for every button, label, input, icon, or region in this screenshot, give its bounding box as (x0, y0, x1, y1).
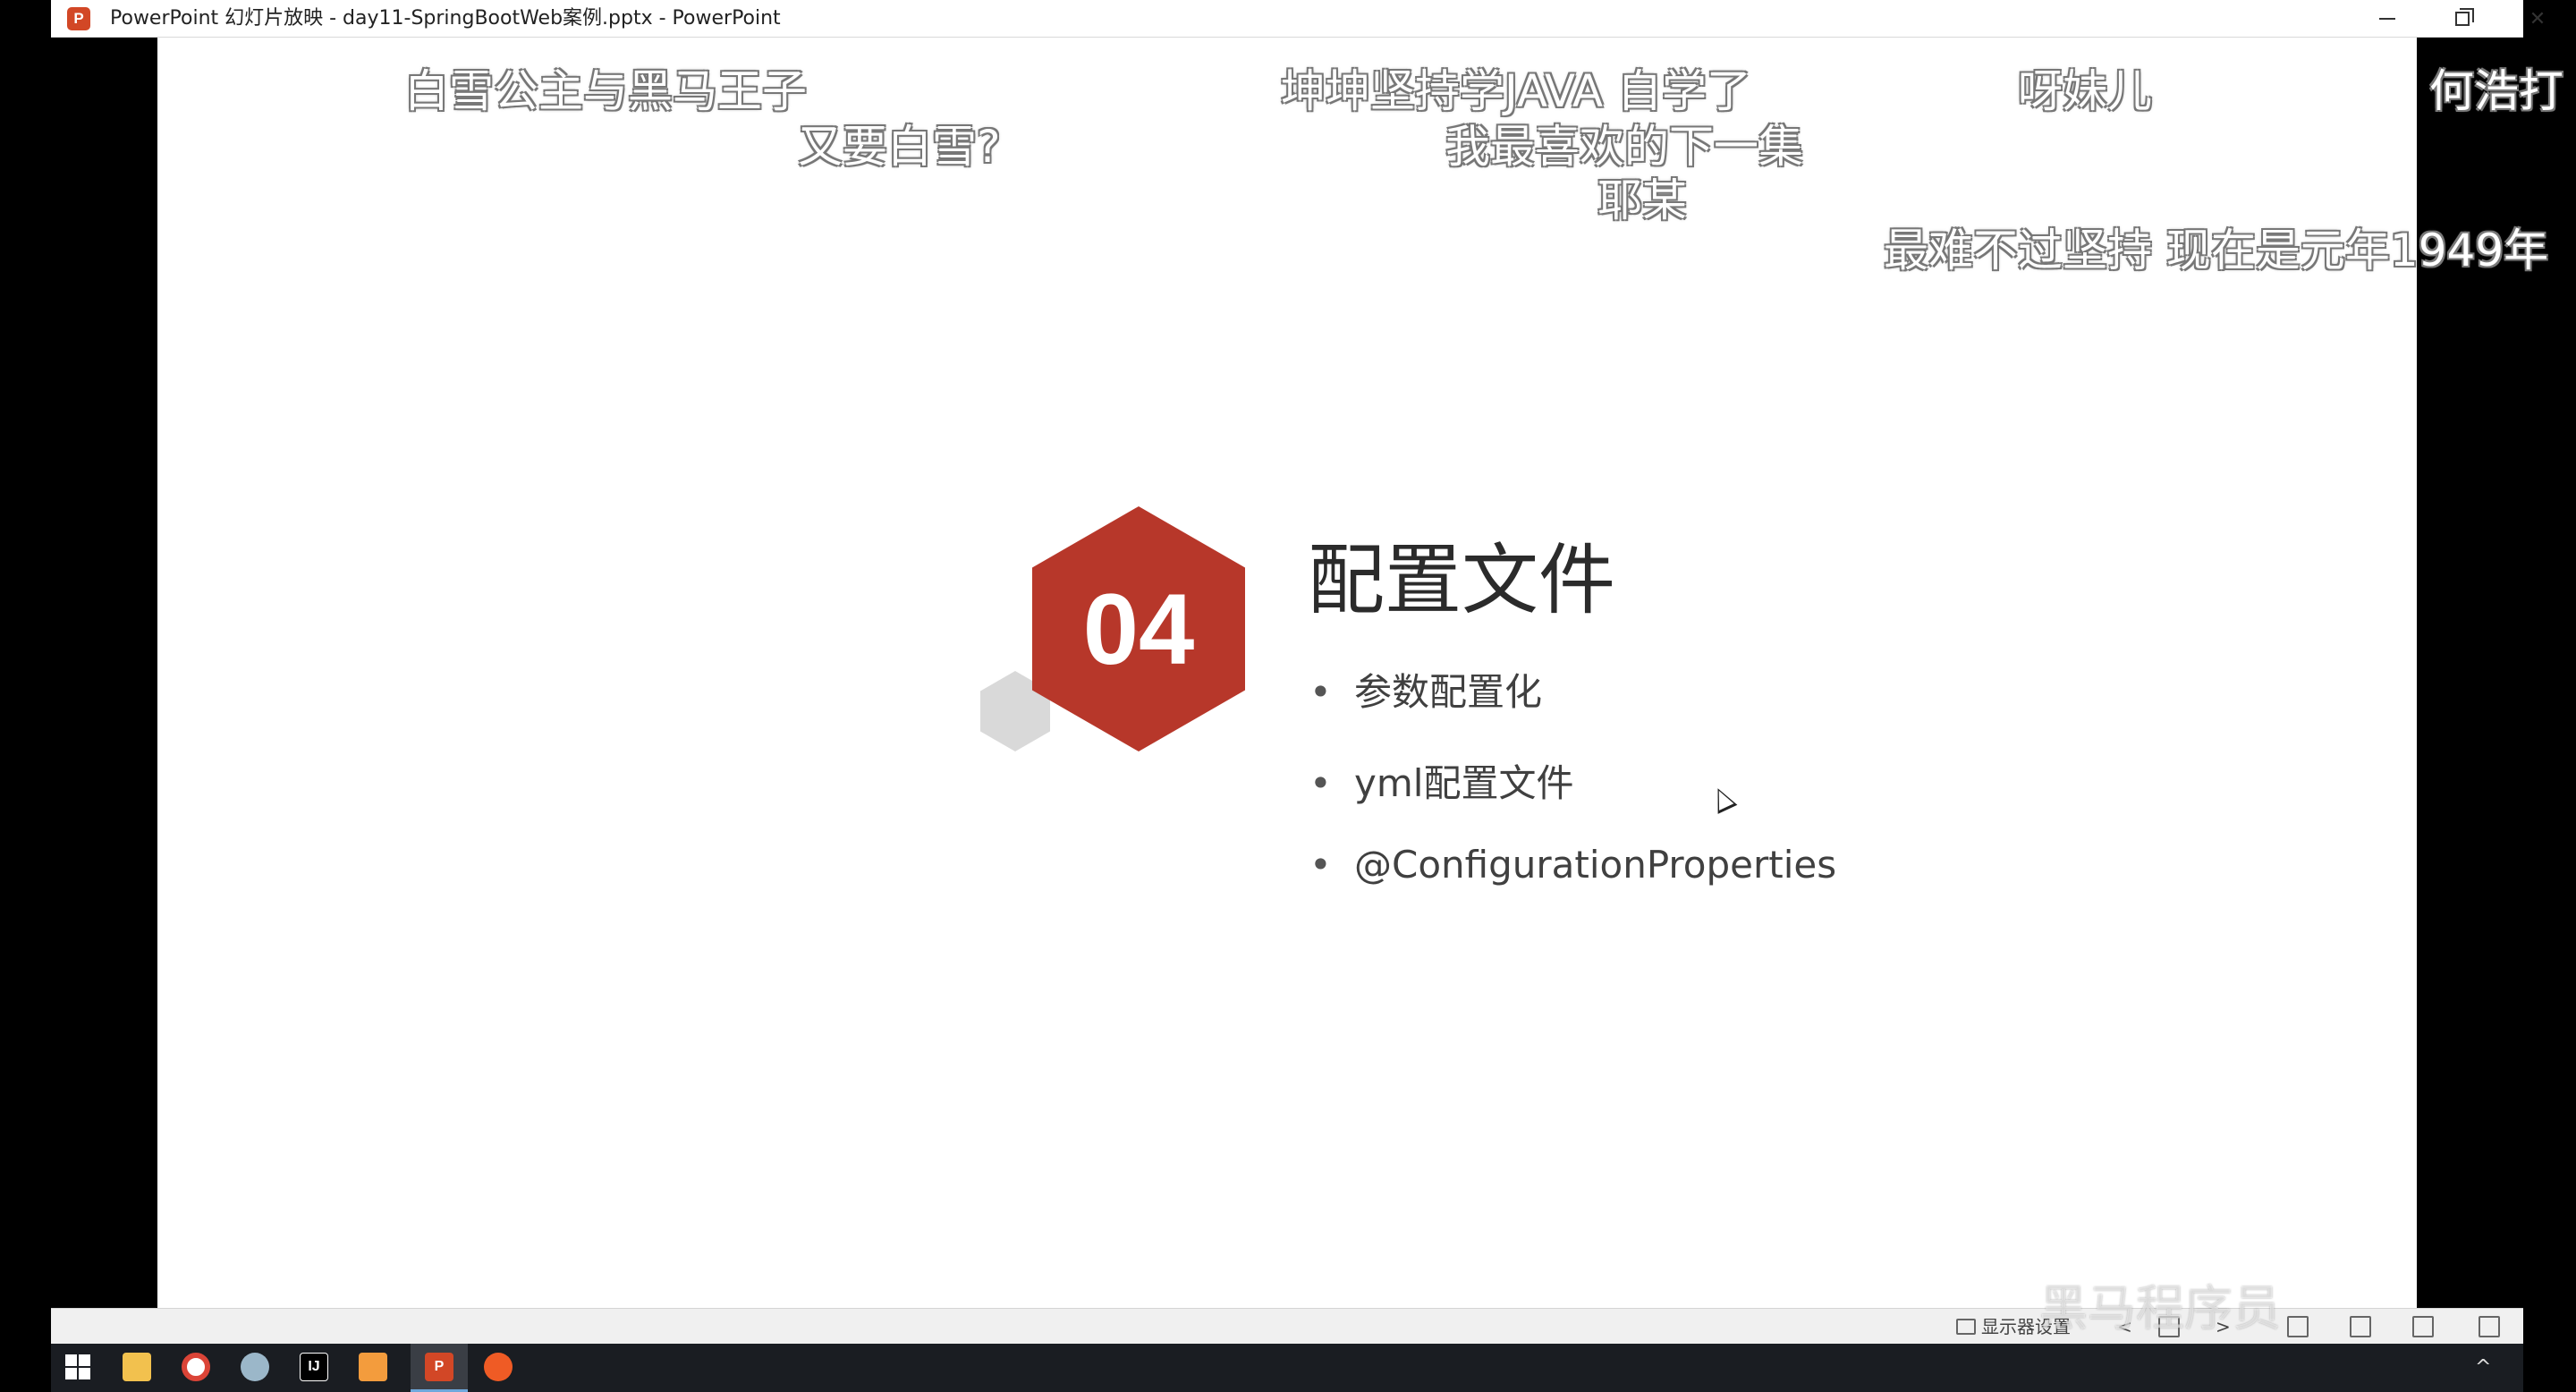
section-number: 04 (1082, 573, 1195, 685)
slide-title: 配置文件 (1308, 536, 1615, 625)
minimize-button[interactable] (2350, 0, 2425, 38)
postman-icon[interactable] (484, 1353, 513, 1381)
restore-button[interactable] (2425, 0, 2500, 38)
minimize-icon (2379, 18, 2395, 20)
sublime-icon[interactable] (359, 1353, 387, 1381)
bullet-text: @ConfigurationProperties (1354, 843, 1837, 887)
normal-view-icon[interactable] (2287, 1316, 2309, 1337)
chrome-icon[interactable] (182, 1353, 210, 1381)
bird-app-icon[interactable] (241, 1353, 269, 1381)
title-bar: P PowerPoint 幻灯片放映 - day11-SpringBootWeb… (51, 0, 2546, 38)
restore-icon (2455, 8, 2474, 26)
bullet-dot: • (1309, 761, 1332, 805)
powerpoint-taskbar-icon[interactable]: P (425, 1353, 453, 1381)
slide-sorter-icon[interactable] (2350, 1316, 2371, 1337)
reading-view-icon[interactable] (2412, 1316, 2434, 1337)
danmaku-comment: 最难不过坚持 现在是元年1949年 (1884, 225, 2549, 276)
bullet-item: • yml配置文件 (1309, 753, 1573, 808)
watermark: 黑马程序员 (2039, 1280, 2281, 1337)
slideshow-icon[interactable] (2479, 1316, 2500, 1337)
window-title: PowerPoint 幻灯片放映 - day11-SpringBootWeb案例… (110, 7, 781, 30)
screen: P PowerPoint 幻灯片放映 - day11-SpringBootWeb… (0, 0, 2576, 1392)
danmaku-comment: 白雪公主与黑马王子 (404, 65, 807, 117)
danmaku-comment: 何浩打 (2429, 65, 2563, 117)
windows-start-icon[interactable] (64, 1353, 92, 1381)
danmaku-comment: 呀妹儿 (2018, 65, 2152, 117)
close-button[interactable]: ✕ (2500, 0, 2575, 38)
bullet-text: 参数配置化 (1354, 670, 1543, 714)
bullet-item: • 参数配置化 (1309, 662, 1542, 717)
bullet-text: yml配置文件 (1354, 761, 1574, 805)
close-icon: ✕ (2529, 7, 2546, 30)
bullet-dot: • (1309, 843, 1332, 887)
bullet-dot: • (1309, 670, 1332, 714)
bullet-item: • @ConfigurationProperties (1309, 843, 1836, 887)
danmaku-comment: 又要白雪? (798, 121, 1001, 173)
mouse-pointer-icon (1707, 784, 1738, 814)
monitor-icon (1956, 1319, 1976, 1335)
tray-chevron-icon[interactable]: ^ (2475, 1356, 2491, 1379)
windows-taskbar: IJ P ^ (51, 1344, 2523, 1392)
file-explorer-icon[interactable] (123, 1353, 151, 1381)
powerpoint-icon: P (67, 7, 90, 30)
intellij-idea-icon[interactable]: IJ (300, 1353, 328, 1381)
danmaku-comment: 耶某 (1597, 174, 1687, 226)
